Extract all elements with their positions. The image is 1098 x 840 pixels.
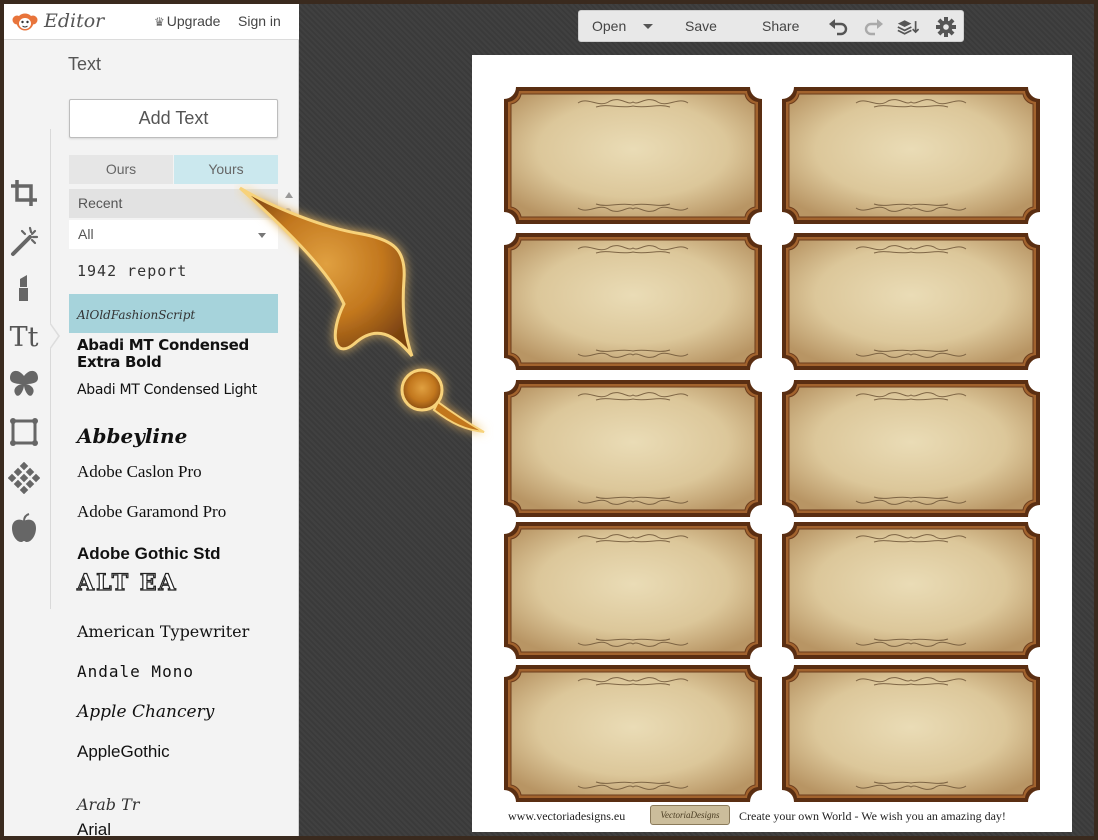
apple-icon[interactable] xyxy=(8,512,40,544)
font-item[interactable]: American Typewriter xyxy=(69,622,278,650)
texture-icon[interactable] xyxy=(8,462,40,494)
open-button[interactable]: Open xyxy=(592,18,626,34)
undo-icon[interactable] xyxy=(827,16,849,38)
font-item[interactable]: Andale Mono xyxy=(69,662,278,690)
sign-in-link[interactable]: Sign in xyxy=(238,13,281,29)
label-card[interactable] xyxy=(782,522,1040,659)
crop-icon[interactable] xyxy=(8,177,40,209)
label-card[interactable] xyxy=(504,665,762,802)
panel-title: Text xyxy=(68,54,102,74)
active-tool-pointer xyxy=(49,322,60,350)
scroll-thumb[interactable] xyxy=(285,208,291,232)
app-window: Editor ♛ Upgrade Sign in Tt Text Add Tex… xyxy=(4,4,1094,836)
font-item[interactable]: Arab Tr xyxy=(69,794,278,810)
gear-icon[interactable] xyxy=(935,16,957,38)
label-card[interactable] xyxy=(504,233,762,370)
butterfly-icon[interactable] xyxy=(8,368,40,400)
label-card[interactable] xyxy=(782,665,1040,802)
label-card[interactable] xyxy=(782,380,1040,517)
label-card[interactable] xyxy=(504,87,762,224)
font-item[interactable]: ALT EA xyxy=(69,570,278,602)
top-bar: Editor ♛ Upgrade Sign in xyxy=(4,4,299,40)
font-item[interactable]: Abbeyline xyxy=(69,424,278,456)
font-item[interactable]: AppleGothic xyxy=(69,742,278,770)
tool-strip: Tt xyxy=(4,40,51,836)
save-button[interactable]: Save xyxy=(685,18,717,34)
add-text-button[interactable]: Add Text xyxy=(69,99,278,138)
app-title: Editor xyxy=(44,10,105,32)
layers-icon[interactable] xyxy=(897,16,919,38)
redo-icon[interactable] xyxy=(863,16,885,38)
category-select-value: All xyxy=(78,226,94,242)
font-item[interactable]: Apple Chancery xyxy=(69,702,278,730)
frame-icon[interactable] xyxy=(8,416,40,448)
open-dropdown-chevron-icon[interactable] xyxy=(643,24,653,29)
upgrade-link[interactable]: ♛ Upgrade xyxy=(154,13,220,29)
lipstick-icon[interactable] xyxy=(8,272,40,304)
footer-tagline: Create your own World - We wish you an a… xyxy=(739,809,1006,823)
crown-icon: ♛ xyxy=(154,15,165,29)
label-card[interactable] xyxy=(504,522,762,659)
font-item[interactable]: Adobe Caslon Pro xyxy=(69,462,278,490)
font-item[interactable]: Adobe Garamond Pro xyxy=(69,502,278,530)
font-item[interactable]: Abadi MT Condensed Light xyxy=(69,382,278,410)
category-select[interactable]: All xyxy=(69,220,278,249)
font-list-scrollbar[interactable] xyxy=(284,192,293,836)
font-item[interactable]: 1942 report xyxy=(69,262,278,290)
font-list: 1942 report AlOldFashionScript Abadi MT … xyxy=(69,254,278,836)
magic-wand-icon[interactable] xyxy=(8,225,40,257)
font-item-selected[interactable]: AlOldFashionScript xyxy=(69,294,278,333)
editor-toolbar: Open Save Share xyxy=(578,10,964,42)
sidebar: Editor ♛ Upgrade Sign in Tt Text Add Tex… xyxy=(4,4,299,836)
strip-divider xyxy=(50,129,51,609)
font-item[interactable]: Arial xyxy=(69,820,278,836)
chevron-down-icon xyxy=(258,233,266,238)
upgrade-label: Upgrade xyxy=(166,13,221,29)
tab-ours[interactable]: Ours xyxy=(69,155,173,184)
share-button[interactable]: Share xyxy=(762,18,799,34)
scroll-up-arrow-icon[interactable] xyxy=(285,192,293,198)
canvas-page[interactable]: www.vectoriadesigns.eu VectoriaDesigns C… xyxy=(472,55,1072,832)
footer-website: www.vectoriadesigns.eu xyxy=(508,809,626,823)
font-item[interactable]: Adobe Gothic Std xyxy=(69,544,278,570)
monkey-logo-icon[interactable] xyxy=(12,12,38,32)
footer-logo: VectoriaDesigns xyxy=(650,805,730,825)
font-item[interactable]: Abadi MT Condensed Extra Bold xyxy=(69,337,278,371)
recent-filter[interactable]: Recent xyxy=(69,189,278,218)
label-card[interactable] xyxy=(782,87,1040,224)
text-tool-icon[interactable]: Tt xyxy=(8,322,40,354)
tab-yours[interactable]: Yours xyxy=(174,155,278,184)
label-card[interactable] xyxy=(782,233,1040,370)
label-card[interactable] xyxy=(504,380,762,517)
